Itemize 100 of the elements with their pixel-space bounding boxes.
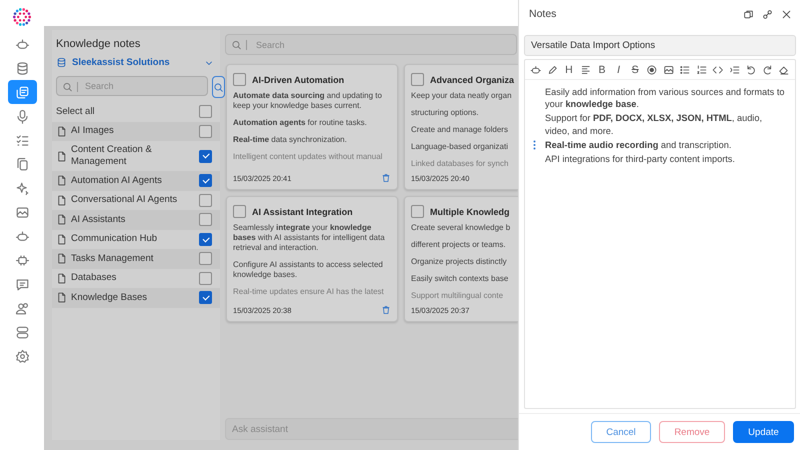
database-icon [14,60,30,76]
editor-text: Support for PDF, DOCX, XLSX, JSON, HTML, audio, video, and more. [545,112,764,137]
card-text: Create and manage folders [411,125,509,135]
checkbox[interactable] [411,205,424,218]
card-text: Language-based organizati [411,142,509,152]
checkbox[interactable] [199,194,212,207]
search-button[interactable] [212,76,225,98]
card-text: different projects or teams. [411,240,507,250]
search-icon [62,82,73,92]
knowledge-item[interactable]: Databases [71,272,195,284]
editor-text: Easily add information from various sources and formats to your knowledge base. [545,86,786,110]
workspace-dropdown[interactable]: Sleekassist Solutions [52,57,220,72]
pen-icon[interactable] [546,64,558,76]
card-text: Seamlessly integrate your knowledge bases with AI assistants for intelligent data retrieval and interaction. [233,223,386,253]
logo-icon [11,6,33,28]
card-text: Create several knowledge b [411,223,512,233]
notes-icon [14,84,30,100]
bullet-list-icon[interactable] [679,64,691,76]
card-text: Automate data sourcing and updating to keep your knowledge bases current. [233,91,383,111]
checkbox[interactable] [199,213,212,226]
code-icon[interactable] [712,64,724,76]
strikethrough-button[interactable]: S [629,64,641,76]
link-icon[interactable] [762,8,773,20]
card-title: AI Assistant Integration [252,206,353,216]
image-icon[interactable] [662,64,674,76]
update-button[interactable]: Update [733,421,794,443]
search-icon [231,39,242,50]
search-field[interactable]: Search [225,34,517,55]
card-text: Real-time updates ensure AI has the latest [233,287,385,297]
card-text: Automation agents for routine tasks. [233,118,368,128]
document-icon [56,150,67,162]
eraser-icon[interactable] [778,64,790,76]
card-text: Real-time data synchronization. [233,135,348,145]
redo-icon[interactable] [762,64,774,76]
database-icon [56,57,67,68]
document-icon [56,272,67,284]
trash-icon[interactable] [381,173,391,183]
card-text: Keep your data neatly organ [411,91,513,101]
card-text: Easily switch contexts base [411,274,510,284]
image-icon [14,204,30,220]
italic-button[interactable]: I [612,64,624,76]
bold-button[interactable]: B [596,64,608,76]
checklist-icon [14,132,30,148]
robot-icon[interactable] [530,64,542,76]
card-text: Configure AI assistants to access selected knowledge bases. [233,260,384,280]
settings-icon [14,348,30,364]
panel-title: Knowledge notes [55,37,142,52]
editor-area[interactable] [524,59,796,409]
knowledge-item[interactable]: Content Creation & Management [71,144,195,168]
note-card[interactable] [226,196,398,322]
checkbox[interactable] [199,124,212,138]
panel-title: Notes [529,8,558,20]
assistant-field[interactable]: Ask assistant [225,418,518,440]
microphone-icon [14,108,30,124]
editor-text: Real-time audio recording and transcription. [545,138,732,152]
checkbox[interactable] [199,174,212,188]
users-icon [14,300,30,316]
chip-icon [14,252,30,268]
checkbox[interactable] [199,232,212,246]
checkbox[interactable] [199,272,212,285]
checkbox[interactable] [233,205,246,218]
card-title: Advanced Organiza [430,74,514,84]
document-icon [56,126,67,137]
checkbox[interactable] [199,150,212,162]
restore-icon[interactable] [743,8,754,20]
select-all-label: Select all [56,106,96,118]
server-icon [14,324,30,340]
copy-icon [14,156,30,172]
card-text: Intelligent content updates without manual [233,152,384,162]
knowledge-item[interactable]: Communication Hub [71,233,195,246]
title-field[interactable]: Versatile Data Import Options [524,35,796,56]
card-text: Support multilingual conte [411,291,504,301]
document-icon [56,214,67,226]
card-text: Linked databases for synch [411,159,510,169]
search-field[interactable]: Search [56,76,208,96]
robot-icon [14,228,30,244]
indent-icon[interactable] [728,64,740,76]
note-card[interactable] [226,64,398,190]
card-text: structuring options. [411,108,480,118]
sparkle-icon [14,180,30,196]
editor-text: API integrations for third-party content imports. [545,153,736,166]
trash-icon[interactable] [381,305,391,315]
checkbox[interactable] [199,105,212,118]
checkbox[interactable] [233,73,246,86]
card-title: AI-Driven Automation [252,74,344,84]
undo-icon[interactable] [745,64,757,76]
drag-handle-icon[interactable] [533,140,536,150]
document-icon [56,253,67,264]
align-icon[interactable] [580,64,592,76]
document-icon [56,175,67,186]
numbered-list-icon[interactable] [696,64,708,76]
close-icon[interactable] [781,8,792,20]
checkbox[interactable] [411,73,424,86]
checkbox[interactable] [199,291,212,304]
nav-item[interactable] [8,80,36,104]
heading-button[interactable]: H [563,64,575,76]
knowledge-item[interactable]: Conversational AI Agents [71,194,195,206]
checkbox[interactable] [199,252,212,266]
document-icon [56,234,67,245]
document-icon [56,194,67,206]
